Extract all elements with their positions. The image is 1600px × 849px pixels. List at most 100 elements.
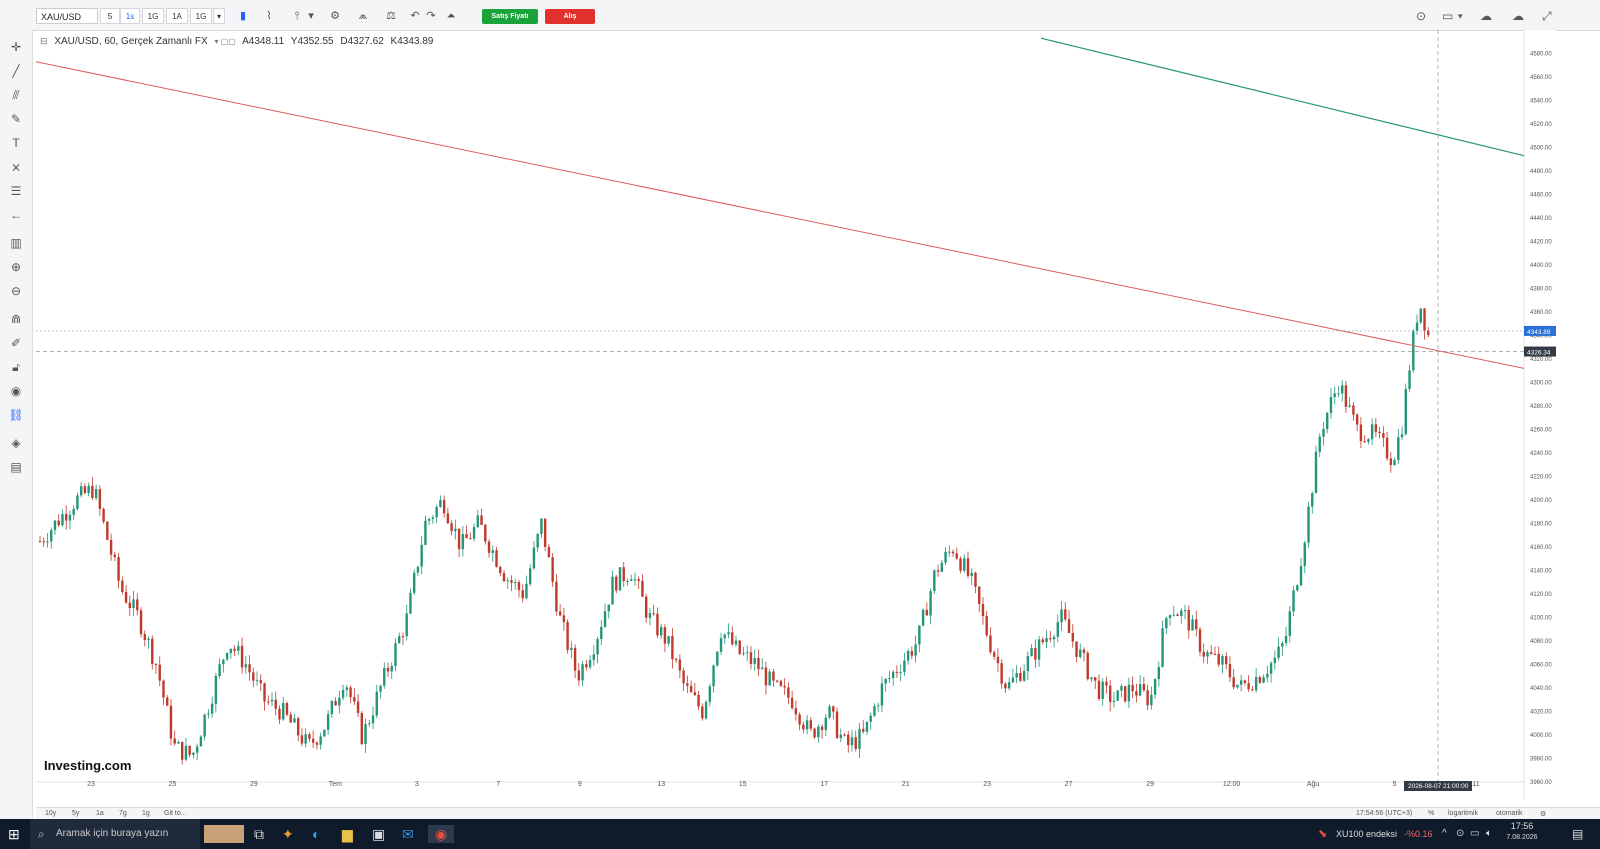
taskbar-clock[interactable]: 17:56 7.08.2026 xyxy=(1506,821,1538,843)
range-10y[interactable]: 10y xyxy=(45,810,56,817)
zoom-out-icon[interactable]: ⊖ xyxy=(6,282,26,300)
candle xyxy=(532,547,536,569)
taskbar-search-input[interactable]: Aramak için buraya yazın xyxy=(30,819,200,849)
candle xyxy=(1206,652,1209,657)
folder-icon[interactable]: ▆ xyxy=(342,825,353,843)
zoom-in-icon[interactable]: ⊕ xyxy=(6,258,26,276)
lock-icon[interactable]: 🔓︎ xyxy=(6,358,26,376)
y-tick-label: 4380.00 xyxy=(1530,287,1552,293)
text-icon[interactable]: T xyxy=(6,134,26,152)
log-toggle[interactable]: logaritmik xyxy=(1448,810,1478,817)
network-icon[interactable]: ⊙ xyxy=(1456,825,1464,843)
symbol-input[interactable]: XAU/USD xyxy=(36,8,98,24)
pitchfork-icon[interactable]: ⫻ xyxy=(6,86,26,104)
candle xyxy=(517,582,521,591)
copilot-icon[interactable]: ✦ xyxy=(282,825,294,843)
windows-start-icon[interactable]: ⊞ xyxy=(8,825,20,843)
candle xyxy=(577,670,581,681)
compare-icon[interactable]: ⩕ xyxy=(354,8,372,24)
candle xyxy=(199,736,203,747)
line-chart-icon[interactable]: ⌇ xyxy=(260,8,278,24)
timeframe-1s[interactable]: 1s xyxy=(120,8,140,24)
range-1a[interactable]: 1a xyxy=(96,810,104,817)
settings-small-icon[interactable]: ⚙ xyxy=(1540,810,1546,818)
cloud-icon[interactable]: ☁ xyxy=(1480,8,1492,24)
price-chart[interactable]: 3960.00 3980.00 4000.00 4020.00 4040.00 4060.… xyxy=(36,30,1556,800)
candle xyxy=(828,706,831,718)
fib-icon[interactable]: ☰ xyxy=(6,182,26,200)
gear-icon[interactable]: ⚙ xyxy=(326,8,344,24)
pencil-lock-icon[interactable]: ✐ xyxy=(6,334,26,352)
volume-icon[interactable]: 🔈︎ xyxy=(1486,825,1492,843)
y-tick-label: 4280.00 xyxy=(1530,404,1552,410)
range-7g[interactable]: 7g xyxy=(119,810,127,817)
chrome-icon[interactable]: ◉ xyxy=(428,825,454,843)
cloud-upload-icon[interactable]: ☁ xyxy=(1512,8,1524,24)
candle xyxy=(472,527,476,539)
candle xyxy=(716,651,719,666)
redo-icon[interactable]: ↷ xyxy=(422,8,440,24)
trendline-icon[interactable]: ╱ xyxy=(6,62,26,80)
alert-icon[interactable]: ⏶ xyxy=(442,8,460,24)
candle xyxy=(978,586,981,604)
scale-icon[interactable]: ⚖ xyxy=(382,8,400,24)
timeframe-1g[interactable]: 1G xyxy=(142,8,164,24)
goto-button[interactable]: Git to... xyxy=(164,810,187,817)
range-1g[interactable]: 1g xyxy=(142,810,150,817)
ticker-name[interactable]: XU100 endeksi xyxy=(1336,825,1397,843)
store-icon[interactable]: ▣ xyxy=(372,825,385,843)
legend-dropdown-icon[interactable]: ▾ ▢▢ xyxy=(215,37,236,46)
timeframe-1a[interactable]: 1A xyxy=(166,8,188,24)
percent-toggle[interactable]: % xyxy=(1428,810,1434,817)
candle xyxy=(270,699,274,702)
display-icon[interactable]: ▭ xyxy=(1470,825,1479,843)
legend-collapse-icon[interactable]: ⊟ xyxy=(40,36,48,46)
fullscreen-icon[interactable]: ⤢ xyxy=(1542,8,1552,24)
brush-icon[interactable]: ✎ xyxy=(6,110,26,128)
camera-icon[interactable]: ⊙ xyxy=(1416,8,1426,24)
sell-button[interactable]: Satış Fiyatı xyxy=(482,9,538,24)
magnet-icon[interactable]: ⋒ xyxy=(6,310,26,328)
layers-icon[interactable]: ◈ xyxy=(6,434,26,452)
indicator-icon[interactable]: ⫯ xyxy=(288,8,306,24)
eye-icon[interactable]: ◉ xyxy=(6,382,26,400)
measure-icon[interactable]: ▥ xyxy=(6,234,26,252)
timeframe-dropdown[interactable]: ▾ xyxy=(213,8,225,24)
edge-icon[interactable]: ◐ xyxy=(312,825,320,843)
candle xyxy=(768,671,771,686)
candle xyxy=(1011,677,1015,683)
candle-type-icon[interactable]: ▮ xyxy=(234,8,252,24)
candle xyxy=(1108,685,1112,702)
candle xyxy=(1187,610,1190,631)
taskbar-widget-icon[interactable] xyxy=(204,825,244,843)
pattern-icon[interactable]: ⨯ xyxy=(6,158,26,176)
candle xyxy=(169,705,173,739)
auto-toggle[interactable]: otomatik xyxy=(1496,810,1522,817)
layout-dropdown-icon[interactable]: ▾ xyxy=(1458,8,1463,24)
candle xyxy=(989,635,992,653)
y-tick-label: 4260.00 xyxy=(1530,428,1552,434)
candle xyxy=(985,616,988,636)
candle xyxy=(588,659,592,668)
candle xyxy=(817,726,820,738)
buy-button[interactable]: Alış xyxy=(545,9,595,24)
candle xyxy=(843,734,846,736)
candle xyxy=(536,533,539,548)
layout-icon[interactable]: ▭ xyxy=(1442,8,1453,24)
indicator-dropdown-icon[interactable]: ▾ xyxy=(306,8,316,24)
mail-icon[interactable]: ✉ xyxy=(402,825,414,843)
arrow-left-icon[interactable]: ← xyxy=(6,206,26,224)
x-tick-label: 25 xyxy=(169,781,177,788)
task-view-icon[interactable]: ⧉ xyxy=(254,825,264,843)
range-5y[interactable]: 5y xyxy=(72,810,79,817)
candle xyxy=(555,581,558,612)
candle xyxy=(626,580,629,582)
tray-chevron-icon[interactable]: ^ xyxy=(1442,825,1447,843)
candle xyxy=(832,706,835,712)
timeframe-1g-2[interactable]: 1G xyxy=(190,8,212,24)
trash-icon[interactable]: ▤ xyxy=(6,458,26,476)
link-icon[interactable]: ⛓ xyxy=(6,406,26,424)
timeframe-5[interactable]: 5 xyxy=(100,8,120,24)
notification-icon[interactable]: ▤ xyxy=(1572,825,1583,843)
crosshair-icon[interactable]: ✛ xyxy=(6,38,26,56)
